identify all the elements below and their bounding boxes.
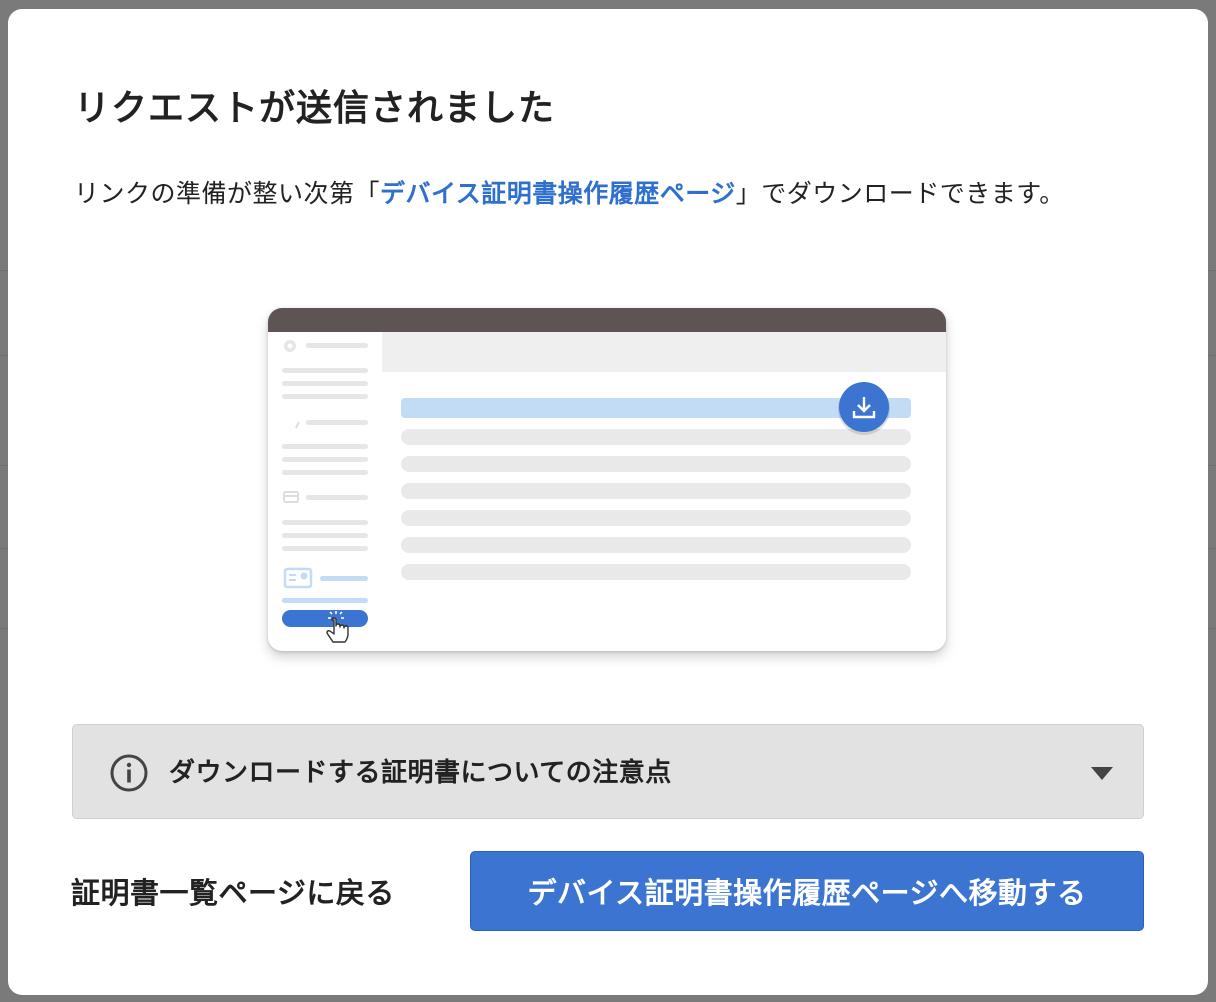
sidebar-line (282, 533, 368, 538)
sidebar-line (282, 381, 368, 386)
pin-icon (295, 421, 300, 429)
dialog-title: リクエストが送信されました (74, 88, 556, 129)
content-row (401, 483, 911, 499)
content-row (401, 537, 911, 553)
notice-accordion[interactable]: ダウンロードする証明書についての注意点 (72, 724, 1144, 819)
back-to-certificate-list-link[interactable]: 証明書一覧ページに戻る (71, 869, 395, 917)
history-page-link[interactable]: デバイス証明書操作履歴ページ (380, 179, 736, 208)
sidebar-line (282, 457, 368, 462)
sidebar-line (282, 546, 368, 551)
content-row (401, 510, 911, 526)
content-row (401, 456, 911, 472)
sidebar-line (282, 394, 368, 399)
illustration-graphic (268, 308, 946, 643)
sidebar-line (282, 368, 368, 373)
sidebar-line (306, 343, 368, 348)
illustration-window-bar (268, 308, 946, 332)
gear-icon (284, 340, 296, 352)
download-illustration (268, 308, 946, 651)
sidebar-line (282, 520, 368, 525)
card-icon (283, 491, 299, 503)
go-to-history-page-button[interactable]: デバイス証明書操作履歴ページへ移動する (470, 851, 1144, 931)
sidebar-line (282, 444, 368, 449)
notice-label: ダウンロードする証明書についての注意点 (169, 758, 672, 788)
sidebar-line (306, 495, 368, 500)
request-sent-dialog: リクエストが送信されました リンクの準備が整い次第「デバイス証明書操作履歴ページ… (8, 9, 1208, 995)
illustration-download-button (282, 610, 368, 627)
download-icon (838, 382, 890, 435)
dialog-description: リンクの準備が整い次第「デバイス証明書操作履歴ページ」でダウンロードできます。 (74, 171, 1124, 217)
content-row (401, 429, 911, 445)
description-text-after: 」でダウンロードできます。 (735, 179, 1065, 208)
sidebar-line (306, 420, 368, 425)
chevron-down-icon (1091, 767, 1113, 780)
certificate-icon (283, 567, 313, 589)
content-row-highlight (401, 398, 911, 418)
sidebar-line-active (320, 576, 368, 581)
sidebar-line-active (282, 598, 368, 603)
description-text-before: リンクの準備が整い次第「 (74, 179, 381, 208)
content-row (401, 564, 911, 580)
sidebar-line (282, 470, 368, 475)
info-icon (110, 754, 148, 792)
illustration-top-band (382, 332, 946, 372)
